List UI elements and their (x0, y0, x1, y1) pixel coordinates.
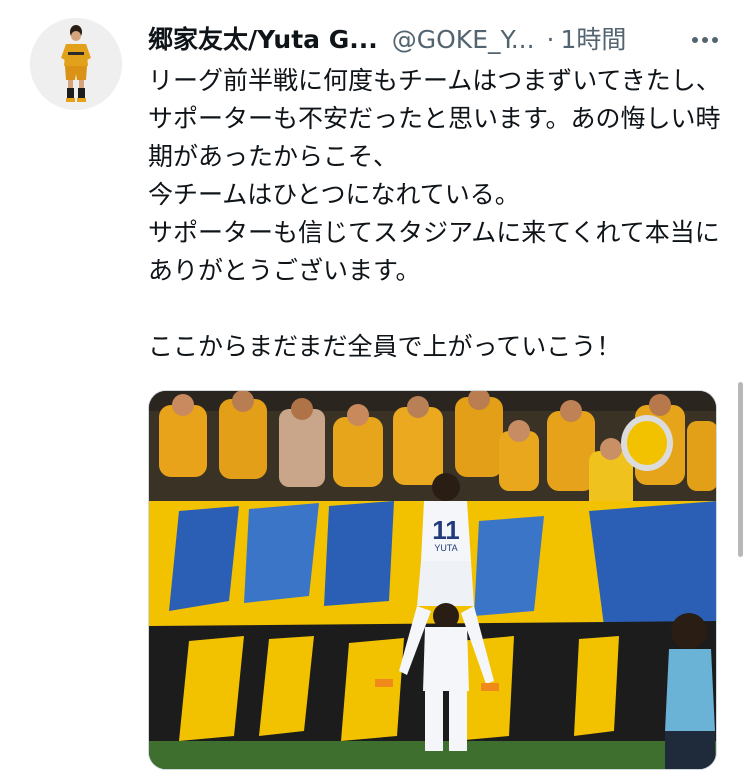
photo-scene: 11 YUTA (149, 391, 716, 769)
more-horizontal-icon[interactable] (685, 20, 725, 60)
tweet[interactable]: 郷家友太/Yuta G... @GOKE_Y... · 1時間 リーグ前半戦に何… (0, 0, 745, 783)
tweet-header: 郷家友太/Yuta G... @GOKE_Y... · 1時間 (148, 20, 725, 60)
svg-text:YUTA: YUTA (434, 543, 457, 553)
separator-dot: · (546, 25, 555, 54)
svg-text:11: 11 (432, 515, 460, 545)
scrollbar[interactable] (738, 382, 743, 557)
timestamp[interactable]: 1時間 (561, 20, 627, 60)
tweet-photo[interactable]: 11 YUTA (148, 390, 717, 770)
display-name[interactable]: 郷家友太/Yuta G... (148, 20, 378, 60)
tweet-text: リーグ前半戦に何度もチームはつまずいてきたし、サポーターも不安だったと思います。… (148, 66, 721, 361)
user-handle[interactable]: @GOKE_Y... (392, 20, 535, 60)
avatar-player-figure (30, 18, 122, 110)
avatar[interactable] (30, 18, 122, 110)
